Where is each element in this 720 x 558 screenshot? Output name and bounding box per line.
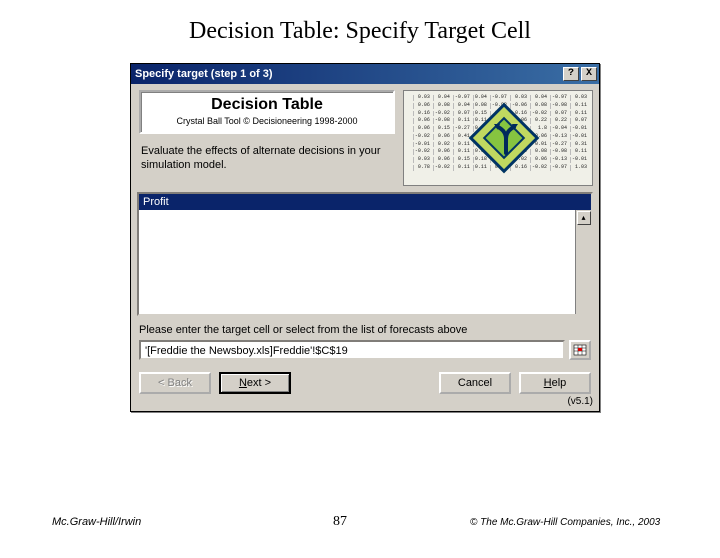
close-button[interactable]: X [581, 67, 597, 81]
scroll-up-button[interactable]: ▴ [577, 211, 591, 225]
tool-title: Decision Table [147, 96, 387, 114]
footer-left: Mc.Graw-Hill/Irwin [0, 516, 240, 528]
input-prompt: Please enter the target cell or select f… [131, 316, 599, 340]
list-scrollbar[interactable]: ▴ [575, 210, 591, 314]
header-panel: Decision Table Crystal Ball Tool © Decis… [139, 90, 395, 134]
titlebar[interactable]: Specify target (step 1 of 3) ? X [131, 64, 599, 84]
help-titlebar-button[interactable]: ? [563, 67, 579, 81]
dialog-window: Specify target (step 1 of 3) ? X Decisio… [130, 63, 600, 412]
window-title: Specify target (step 1 of 3) [135, 68, 563, 80]
illustration-panel: 0.030.04-0.970.04-0.970.030.04-0.970.030… [403, 90, 593, 186]
version-label: (v5.1) [131, 396, 599, 411]
fork-diamond-icon [469, 103, 539, 173]
cancel-button[interactable]: Cancel [439, 372, 511, 394]
spreadsheet-icon [573, 344, 587, 356]
slide-title: Decision Table: Specify Target Cell [0, 18, 720, 45]
slide-footer: Mc.Graw-Hill/Irwin 87 © The Mc.Graw-Hill… [0, 514, 720, 530]
tool-subtitle: Crystal Ball Tool © Decisioneering 1998-… [147, 116, 387, 126]
tool-description: Evaluate the effects of alternate decisi… [137, 140, 397, 175]
next-button[interactable]: Next > [219, 372, 291, 394]
target-cell-input[interactable]: '[Freddie the Newsboy.xls]Freddie'!$C$19 [139, 340, 565, 360]
list-body[interactable] [139, 210, 575, 314]
list-selected-item[interactable]: Profit [143, 196, 169, 208]
page-number: 87 [240, 514, 440, 530]
help-button[interactable]: Help [519, 372, 591, 394]
forecast-listbox[interactable]: Profit ▴ [137, 192, 593, 316]
range-picker-button[interactable] [569, 340, 591, 360]
footer-right: © The Mc.Graw-Hill Companies, Inc., 2003 [440, 517, 720, 528]
back-button: < Back [139, 372, 211, 394]
